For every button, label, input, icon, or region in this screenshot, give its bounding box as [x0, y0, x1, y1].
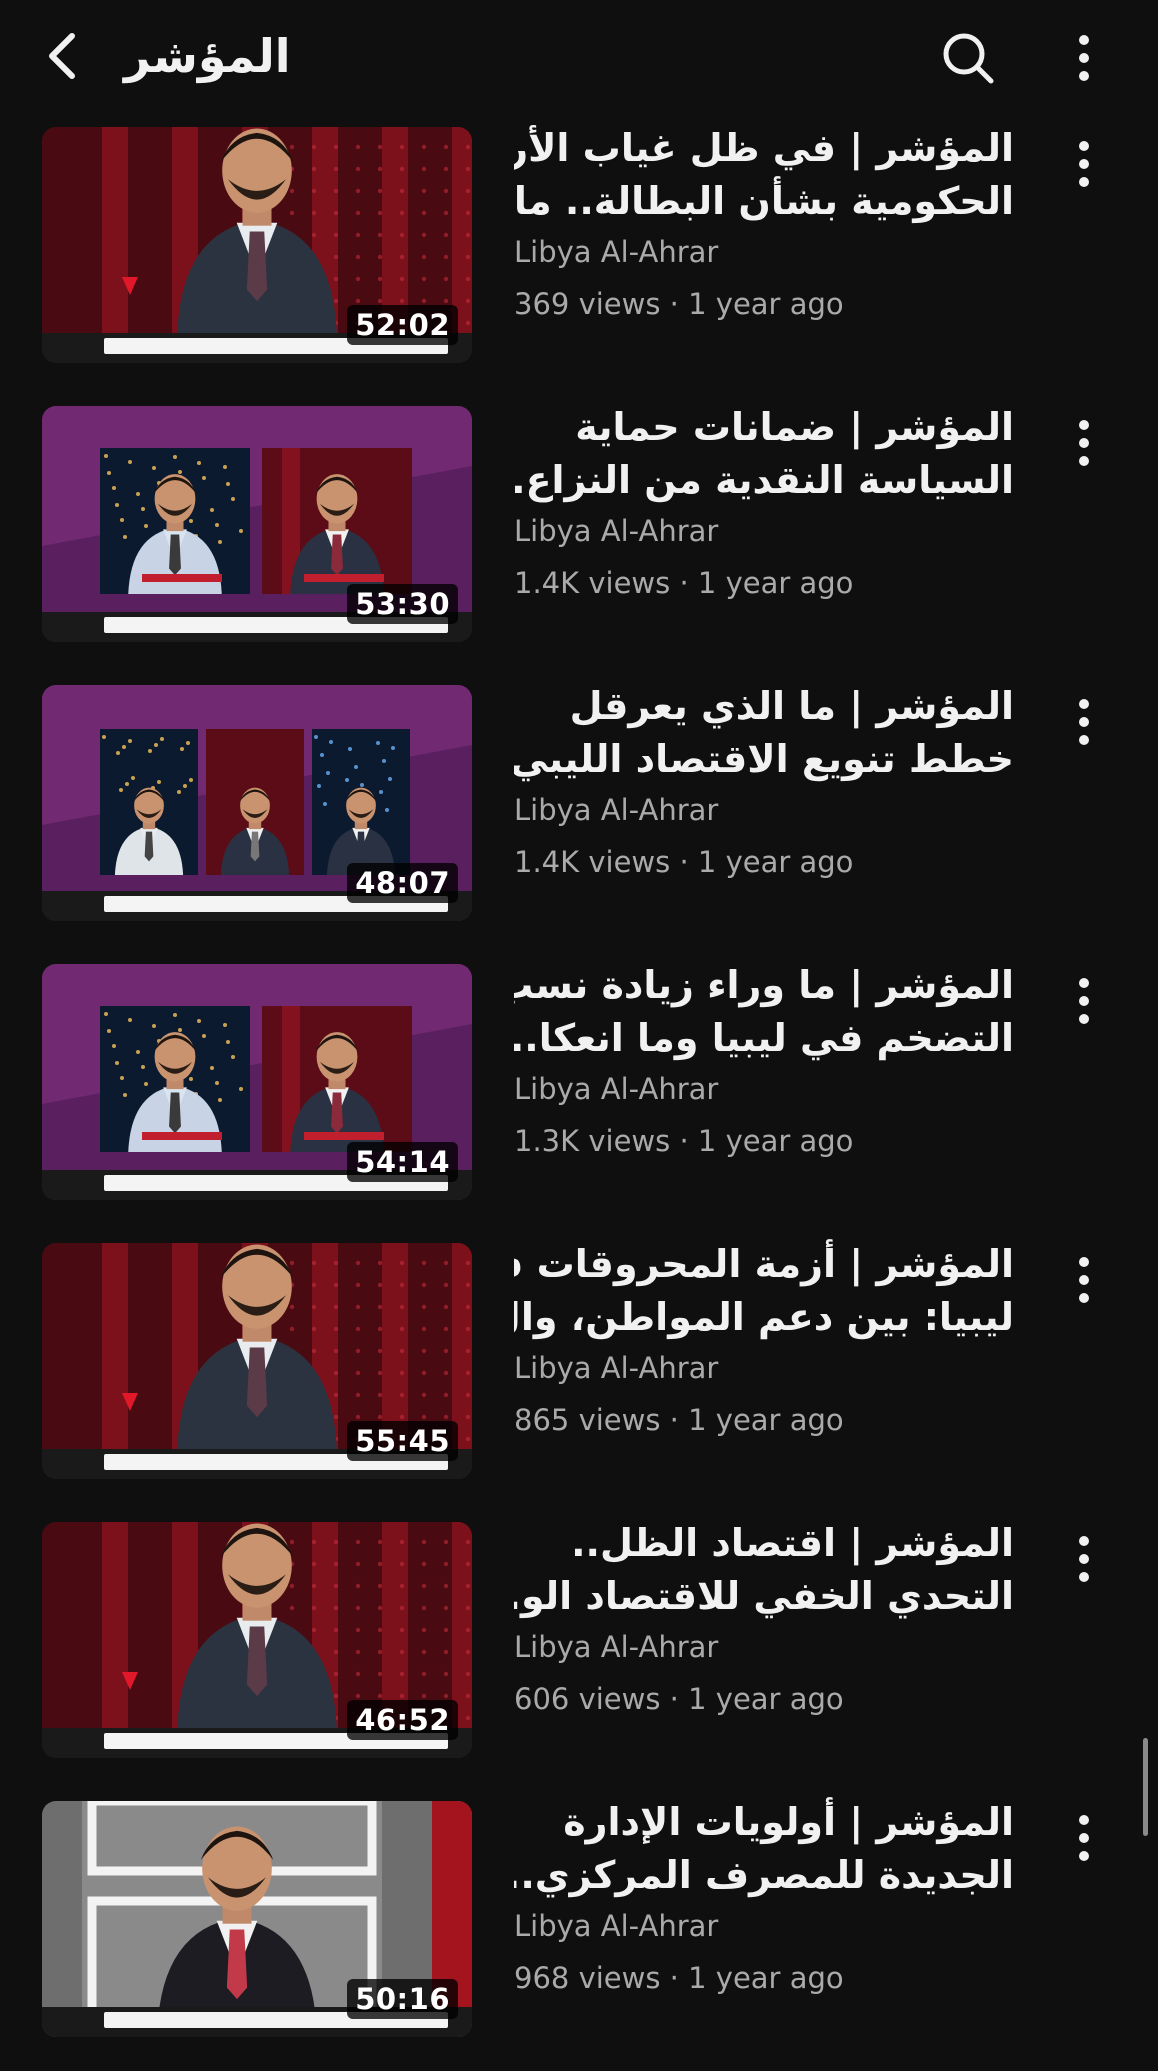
video-title[interactable]: المؤشر | ما الذي يعرقل خطط تنويع الاقتصا…: [514, 680, 1014, 786]
video-title-line1: المؤشر | ما وراء زيادة نسب: [514, 963, 1014, 1007]
video-item[interactable]: 48:07 المؤشر | ما الذي يعرقل خطط تنويع ا…: [0, 676, 1158, 955]
video-thumbnail[interactable]: 54:14: [42, 964, 472, 1200]
duration-badge: 54:14: [347, 1142, 458, 1182]
channel-name[interactable]: Libya Al-Ahrar: [514, 1069, 1014, 1109]
video-info: المؤشر | ضمانات حماية السياسة النقدية من…: [514, 401, 1014, 603]
channel-name[interactable]: Libya Al-Ahrar: [514, 232, 1014, 272]
video-thumbnail[interactable]: 53:30: [42, 406, 472, 642]
video-metadata: 968 views · 1 year ago: [514, 1961, 844, 1995]
video-item[interactable]: 52:02 المؤشر | في ظل غياب الأرقام الحكوم…: [0, 118, 1158, 397]
video-title[interactable]: المؤشر | أزمة المحروقات في ليبيا: بين دع…: [514, 1238, 1014, 1344]
channel-name[interactable]: Libya Al-Ahrar: [514, 790, 1014, 830]
video-metadata: 1.4K views · 1 year ago: [514, 566, 854, 600]
video-title-line2: السياسة النقدية من النزاع...: [514, 458, 1014, 502]
more-vertical-icon: [1079, 141, 1089, 187]
video-title-line1: المؤشر | أولويات الإدارة: [563, 1800, 1014, 1844]
video-info: المؤشر | أولويات الإدارة الجديدة للمصرف …: [514, 1796, 1014, 1998]
video-item[interactable]: 46:52 المؤشر | اقتصاد الظل.. التحدي الخف…: [0, 1513, 1158, 1792]
video-info: المؤشر | في ظل غياب الأرقام الحكومية بشأ…: [514, 122, 1014, 324]
video-thumbnail[interactable]: 46:52: [42, 1522, 472, 1758]
video-thumbnail[interactable]: 52:02: [42, 127, 472, 363]
video-item[interactable]: 54:14 المؤشر | ما وراء زيادة نسب التضخم …: [0, 955, 1158, 1234]
video-more-button[interactable]: [1062, 1806, 1106, 1870]
more-vertical-icon: [1079, 35, 1089, 81]
more-vertical-icon: [1079, 1536, 1089, 1582]
video-metadata: 606 views · 1 year ago: [514, 1682, 844, 1716]
video-title[interactable]: المؤشر | ما وراء زيادة نسب التضخم في ليب…: [514, 959, 1014, 1065]
scrollbar[interactable]: [1143, 1738, 1148, 1836]
video-metadata: 369 views · 1 year ago: [514, 287, 844, 321]
search-button[interactable]: [934, 24, 1002, 92]
channel-name[interactable]: Libya Al-Ahrar: [514, 1627, 1014, 1667]
video-thumbnail[interactable]: 55:45: [42, 1243, 472, 1479]
video-title-line2: خطط تنويع الاقتصاد الليبي...: [514, 737, 1014, 781]
video-title[interactable]: المؤشر | ضمانات حماية السياسة النقدية من…: [514, 401, 1014, 507]
video-more-button[interactable]: [1062, 132, 1106, 196]
video-item[interactable]: 55:45 المؤشر | أزمة المحروقات في ليبيا: …: [0, 1234, 1158, 1513]
channel-name[interactable]: Libya Al-Ahrar: [514, 1348, 1014, 1388]
video-title-line2: التضخم في ليبيا وما انعكا...: [514, 1016, 1014, 1060]
video-title-line1: المؤشر | ما الذي يعرقل: [569, 684, 1014, 728]
more-vertical-icon: [1079, 978, 1089, 1024]
video-title[interactable]: المؤشر | اقتصاد الظل.. التحدي الخفي للاق…: [514, 1517, 1014, 1623]
search-icon: [943, 33, 994, 84]
duration-badge: 55:45: [347, 1421, 458, 1461]
more-vertical-icon: [1079, 699, 1089, 745]
video-info: المؤشر | ما وراء زيادة نسب التضخم في ليب…: [514, 959, 1014, 1161]
video-more-button[interactable]: [1062, 969, 1106, 1033]
duration-badge: 50:16: [347, 1979, 458, 2019]
video-title-line2: الجديدة للمصرف المركزي...: [514, 1853, 1014, 1897]
video-title-line2: التحدي الخفي للاقتصاد الو...: [514, 1574, 1014, 1618]
channel-name[interactable]: Libya Al-Ahrar: [514, 1906, 1014, 1946]
video-title[interactable]: المؤشر | في ظل غياب الأرقام الحكومية بشأ…: [514, 122, 1014, 228]
more-vertical-icon: [1079, 420, 1089, 466]
video-item[interactable]: 50:16 المؤشر | أولويات الإدارة الجديدة ل…: [0, 1792, 1158, 2071]
channel-name[interactable]: Libya Al-Ahrar: [514, 511, 1014, 551]
video-title-line1: المؤشر | في ظل غياب الأرقام: [514, 126, 1014, 170]
top-app-bar: المؤشر: [0, 0, 1158, 118]
more-vertical-icon: [1079, 1815, 1089, 1861]
video-title-line1: المؤشر | أزمة المحروقات في: [514, 1242, 1014, 1286]
video-more-button[interactable]: [1062, 690, 1106, 754]
video-title-line1: المؤشر | ضمانات حماية: [575, 405, 1014, 449]
duration-badge: 48:07: [347, 863, 458, 903]
video-metadata: 1.4K views · 1 year ago: [514, 845, 854, 879]
chevron-left-icon: [49, 33, 75, 79]
video-info: المؤشر | أزمة المحروقات في ليبيا: بين دع…: [514, 1238, 1014, 1440]
back-button[interactable]: [30, 24, 94, 88]
page-title: المؤشر: [124, 29, 291, 83]
more-vertical-icon: [1079, 1257, 1089, 1303]
duration-badge: 46:52: [347, 1700, 458, 1740]
video-title[interactable]: المؤشر | أولويات الإدارة الجديدة للمصرف …: [514, 1796, 1014, 1902]
duration-badge: 53:30: [347, 584, 458, 624]
video-thumbnail[interactable]: 50:16: [42, 1801, 472, 2037]
video-title-line2: الحكومية بشأن البطالة.. ما...: [514, 179, 1014, 223]
video-item[interactable]: 53:30 المؤشر | ضمانات حماية السياسة النق…: [0, 397, 1158, 676]
video-info: المؤشر | ما الذي يعرقل خطط تنويع الاقتصا…: [514, 680, 1014, 882]
video-metadata: 865 views · 1 year ago: [514, 1403, 844, 1437]
video-info: المؤشر | اقتصاد الظل.. التحدي الخفي للاق…: [514, 1517, 1014, 1719]
video-thumbnail[interactable]: 48:07: [42, 685, 472, 921]
video-title-line1: المؤشر | اقتصاد الظل..: [571, 1521, 1014, 1565]
video-more-button[interactable]: [1062, 1248, 1106, 1312]
video-more-button[interactable]: [1062, 1527, 1106, 1591]
video-title-line2: ليبيا: بين دعم المواطن، وال...: [514, 1295, 1014, 1339]
video-more-button[interactable]: [1062, 411, 1106, 475]
duration-badge: 52:02: [347, 305, 458, 345]
video-metadata: 1.3K views · 1 year ago: [514, 1124, 854, 1158]
more-options-button[interactable]: [1062, 24, 1106, 92]
